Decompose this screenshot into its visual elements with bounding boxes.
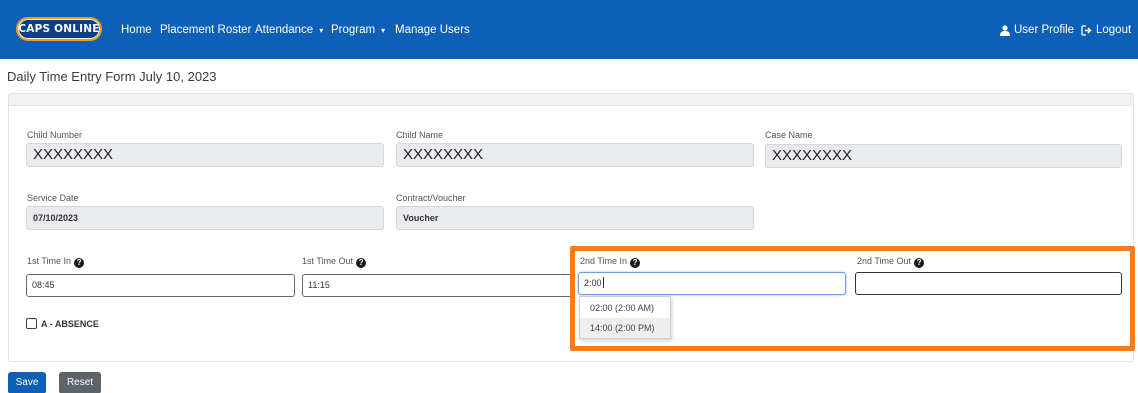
question-circle-icon[interactable]: ? bbox=[74, 258, 85, 268]
case-name-label: Case Name bbox=[765, 130, 813, 140]
second-time-in-label: 2nd Time In? bbox=[580, 256, 641, 268]
absence-label: A - ABSENCE bbox=[41, 318, 99, 329]
nav-attendance-label: Attendance bbox=[255, 24, 314, 36]
nav-program-dropdown[interactable]: Program ▾ bbox=[331, 22, 385, 38]
first-time-in-input[interactable]: 08:45 bbox=[26, 274, 295, 297]
absence-checkbox[interactable] bbox=[26, 318, 37, 329]
sign-out-icon bbox=[1081, 24, 1092, 36]
text-cursor bbox=[602, 277, 604, 288]
time-suggestion-am[interactable]: 02:00 (2:00 AM) bbox=[580, 298, 670, 318]
question-circle-icon[interactable]: ? bbox=[914, 258, 925, 268]
nav-home[interactable]: Home bbox=[121, 22, 152, 38]
second-time-out-label: 2nd Time Out? bbox=[857, 256, 925, 268]
service-date-label: Service Date bbox=[27, 193, 79, 203]
first-time-out-input[interactable]: 11:15 bbox=[302, 274, 572, 297]
contract-voucher-field: Voucher bbox=[396, 206, 754, 230]
second-time-out-label-text: 2nd Time Out bbox=[857, 256, 912, 266]
user-icon bbox=[1000, 24, 1010, 36]
page-title: Daily Time Entry Form July 10, 2023 bbox=[7, 69, 217, 84]
first-time-out-label: 1st Time Out? bbox=[302, 256, 367, 268]
question-circle-icon[interactable]: ? bbox=[356, 258, 367, 268]
question-circle-icon[interactable]: ? bbox=[630, 258, 641, 268]
second-time-out-input[interactable] bbox=[855, 272, 1122, 295]
nav-program-label: Program bbox=[331, 24, 376, 36]
child-name-label: Child Name bbox=[396, 130, 444, 140]
save-button[interactable]: Save bbox=[8, 372, 46, 393]
reset-button[interactable]: Reset bbox=[59, 372, 101, 393]
first-time-in-label: 1st Time In? bbox=[27, 256, 85, 268]
chevron-down-icon: ▾ bbox=[319, 26, 324, 35]
chevron-down-icon: ▾ bbox=[381, 26, 386, 35]
second-time-in-label-text: 2nd Time In bbox=[580, 256, 628, 266]
first-time-out-label-text: 1st Time Out bbox=[302, 256, 354, 266]
caps-online-logo[interactable]: CAPS ONLINE bbox=[16, 17, 102, 41]
contract-voucher-label: Contract/Voucher bbox=[396, 193, 466, 203]
user-profile-label: User Profile bbox=[1014, 24, 1075, 36]
top-navbar: CAPS ONLINE Home Placement Roster Attend… bbox=[0, 0, 1138, 59]
nav-manage-users[interactable]: Manage Users bbox=[395, 22, 470, 38]
time-suggestion-pm[interactable]: 14:00 (2:00 PM) bbox=[580, 318, 670, 338]
user-profile-link[interactable]: User Profile bbox=[1000, 22, 1074, 38]
time-suggestion-dropdown: 02:00 (2:00 AM) 14:00 (2:00 PM) bbox=[579, 296, 671, 339]
panel-header bbox=[9, 94, 1133, 106]
logout-label: Logout bbox=[1096, 24, 1132, 36]
child-number-field: XXXXXXXX bbox=[26, 143, 384, 167]
absence-checkbox-row[interactable]: A - ABSENCE bbox=[26, 318, 99, 329]
nav-attendance-dropdown[interactable]: Attendance ▾ bbox=[255, 22, 323, 38]
child-number-label: Child Number bbox=[27, 130, 83, 140]
second-time-in-value: 2:00 bbox=[584, 278, 602, 288]
logout-link[interactable]: Logout bbox=[1081, 22, 1131, 38]
case-name-field: XXXXXXXX bbox=[765, 144, 1122, 168]
nav-placement-roster[interactable]: Placement Roster bbox=[160, 22, 251, 38]
second-time-in-input[interactable]: 2:00 bbox=[578, 272, 846, 295]
child-name-field: XXXXXXXX bbox=[396, 143, 754, 167]
service-date-field: 07/10/2023 bbox=[26, 206, 384, 230]
first-time-in-label-text: 1st Time In bbox=[27, 256, 72, 266]
